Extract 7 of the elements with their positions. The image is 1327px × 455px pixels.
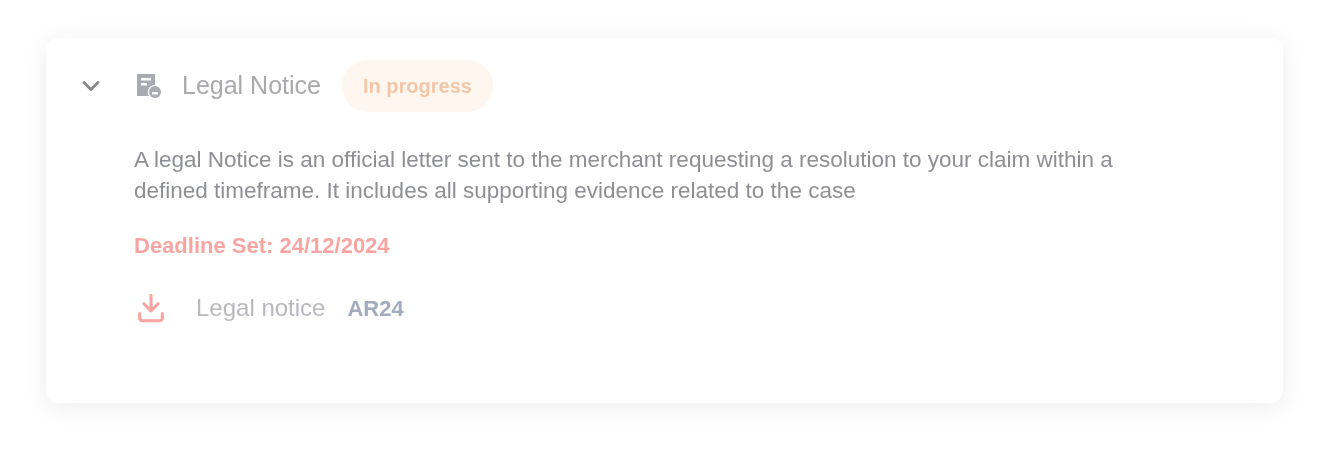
provider-label: AR24: [347, 294, 404, 323]
attachment-name[interactable]: Legal notice: [196, 290, 326, 326]
document-icon: [134, 72, 162, 100]
section-title: Legal Notice: [182, 70, 321, 102]
deadline-text: Deadline Set: 24/12/2024: [134, 232, 391, 260]
description-text: A legal Notice is an official letter sent to the merchant requesting a resolution to your claim within a defined timeframe. It includes all supporting evidence related to the case: [134, 146, 1114, 205]
status-badge: In progress: [342, 60, 493, 112]
